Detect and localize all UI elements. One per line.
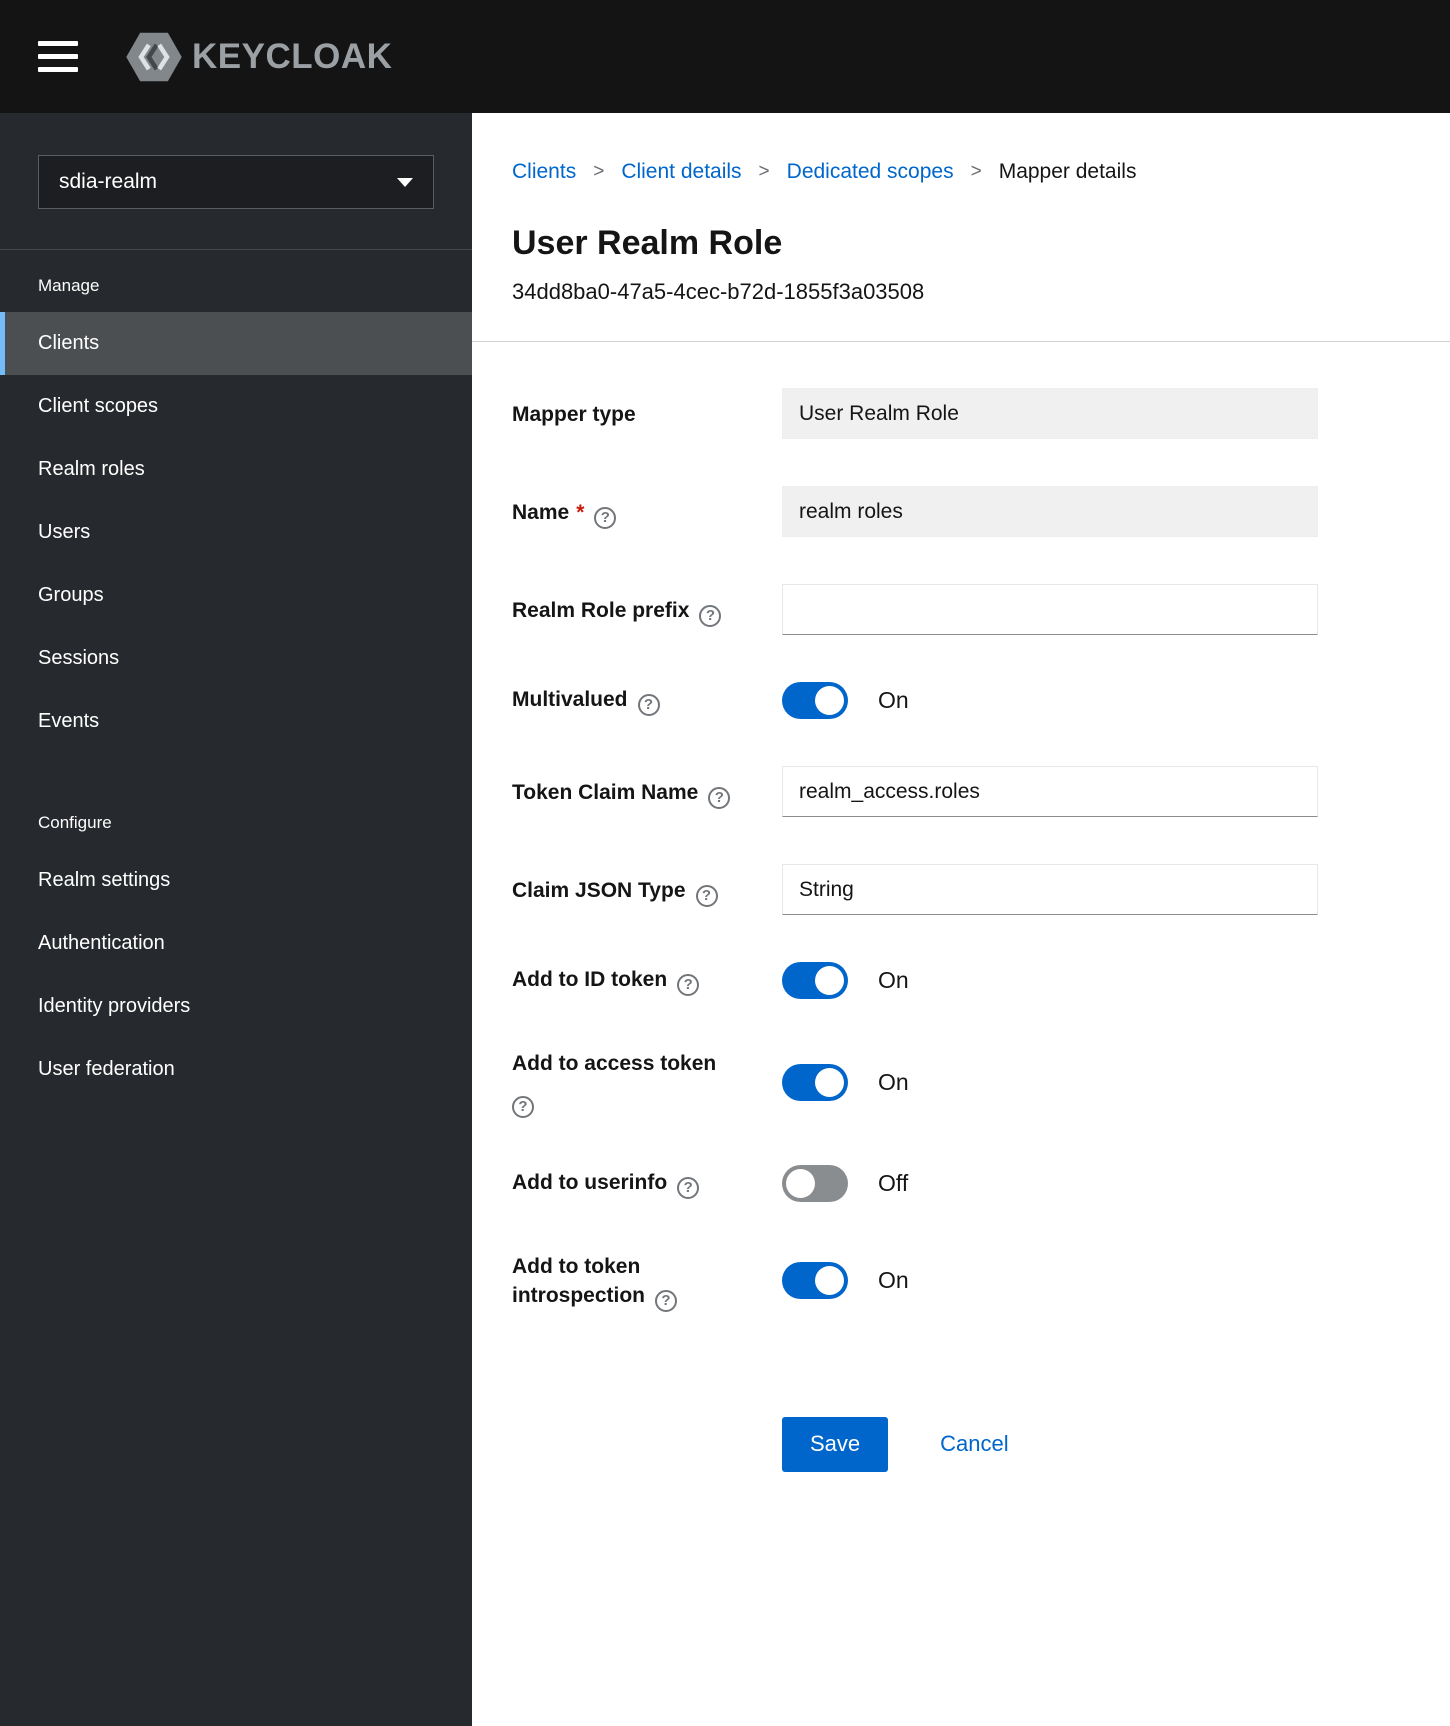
help-icon[interactable]: ? [699, 605, 722, 627]
realm-selector-block: sdia-realm [0, 113, 472, 250]
name-input[interactable] [782, 486, 1318, 537]
breadcrumb-mapper-details: Mapper details [998, 160, 1137, 183]
help-icon[interactable]: ? [677, 1177, 700, 1200]
nav-list-manage: Clients Client scopes Realm roles Users … [0, 312, 472, 753]
form-row-add-to-token-introspection: Add to token introspection? On [512, 1249, 1318, 1312]
form-row-add-to-access-token: Add to access token? On [512, 1046, 1318, 1119]
hamburger-icon [38, 41, 78, 46]
breadcrumb-dedicated-scopes[interactable]: Dedicated scopes [787, 160, 954, 184]
realm-selector-value: sdia-realm [59, 170, 158, 193]
nav-toggle-button[interactable] [38, 41, 78, 72]
sidebar-item-client-scopes[interactable]: Client scopes [0, 375, 472, 438]
add-to-access-token-toggle[interactable] [782, 1063, 848, 1101]
realm-selector[interactable]: sdia-realm [38, 155, 434, 209]
nav-list-configure: Realm settings Authentication Identity p… [0, 849, 472, 1101]
claim-json-type-label: Claim JSON Type? [512, 864, 782, 915]
add-to-access-token-state: On [878, 1068, 909, 1095]
help-icon[interactable]: ? [594, 507, 617, 529]
breadcrumb-separator-icon: > [970, 161, 982, 182]
help-icon[interactable]: ? [708, 787, 731, 809]
sidebar-item-clients[interactable]: Clients [0, 312, 472, 375]
breadcrumb-separator-icon: > [758, 161, 770, 182]
add-to-userinfo-label: Add to userinfo? [512, 1165, 782, 1202]
breadcrumb-separator-icon: > [593, 161, 605, 182]
add-to-userinfo-toggle[interactable] [782, 1165, 848, 1203]
add-to-userinfo-state: Off [878, 1170, 909, 1197]
chevron-down-icon [397, 177, 413, 187]
help-icon[interactable]: ? [512, 1096, 534, 1119]
breadcrumb-clients[interactable]: Clients [512, 160, 576, 184]
realm-role-prefix-label: Realm Role prefix? [512, 584, 782, 635]
multivalued-state: On [878, 687, 909, 713]
form-row-claim-json-type: Claim JSON Type? [512, 864, 1318, 915]
main-content: Clients > Client details > Dedicated sco… [472, 113, 1450, 1726]
add-to-id-token-label: Add to ID token? [512, 962, 782, 999]
sidebar-item-authentication[interactable]: Authentication [0, 912, 472, 975]
page-title: User Realm Role [512, 224, 783, 262]
required-indicator: * [576, 501, 585, 524]
sidebar-item-sessions[interactable]: Sessions [0, 627, 472, 690]
token-claim-name-input[interactable] [782, 766, 1318, 817]
keycloak-logo: KEYCLOAK [124, 31, 392, 83]
sidebar-item-realm-settings[interactable]: Realm settings [0, 849, 472, 912]
add-to-id-token-toggle[interactable] [782, 962, 848, 999]
sidebar-item-groups[interactable]: Groups [0, 564, 472, 627]
breadcrumb: Clients > Client details > Dedicated sco… [512, 113, 1318, 184]
help-icon[interactable]: ? [677, 974, 700, 996]
keycloak-logo-icon [126, 32, 182, 81]
help-icon[interactable]: ? [637, 694, 660, 716]
mapper-id: 34dd8ba0-47a5-4cec-b72d-1855f3a03508 [512, 279, 925, 304]
mapper-form: Mapper type Name*? [512, 388, 1318, 1472]
add-to-access-token-label: Add to access token? [512, 1046, 782, 1119]
multivalued-toggle[interactable] [782, 682, 848, 719]
form-row-mapper-type: Mapper type [512, 388, 1318, 439]
sidebar: sdia-realm Manage Clients Client scopes … [0, 113, 472, 1726]
brand-wordmark: KEYCLOAK [192, 36, 393, 76]
form-row-multivalued: Multivalued? On [512, 682, 1318, 719]
form-actions: Save Cancel [782, 1416, 1318, 1472]
help-icon[interactable]: ? [695, 885, 718, 907]
nav-section-manage: Manage [38, 276, 100, 295]
sidebar-item-realm-roles[interactable]: Realm roles [0, 438, 472, 501]
sidebar-item-user-federation[interactable]: User federation [0, 1038, 472, 1101]
cancel-link[interactable]: Cancel [940, 1431, 1008, 1457]
form-row-token-claim-name: Token Claim Name? [512, 766, 1318, 817]
breadcrumb-client-details[interactable]: Client details [621, 160, 741, 184]
sidebar-item-events[interactable]: Events [0, 690, 472, 753]
form-row-name: Name *? [512, 486, 1318, 537]
add-to-token-introspection-toggle[interactable] [782, 1262, 848, 1300]
mapper-type-label: Mapper type [512, 403, 636, 426]
claim-json-type-input[interactable] [782, 864, 1318, 915]
add-to-token-introspection-state: On [878, 1267, 909, 1294]
add-to-id-token-state: On [878, 967, 909, 993]
help-icon[interactable]: ? [655, 1289, 678, 1312]
add-to-token-introspection-label: Add to token introspection? [512, 1249, 782, 1312]
token-claim-name-label: Token Claim Name? [512, 766, 782, 817]
form-row-add-to-userinfo: Add to userinfo? Off [512, 1165, 1318, 1203]
section-divider [472, 341, 1450, 342]
save-button[interactable]: Save [782, 1416, 889, 1472]
sidebar-item-identity-providers[interactable]: Identity providers [0, 975, 472, 1038]
keycloak-admin-console: KEYCLOAK sdia-realm Manage Clients Clien… [0, 0, 1450, 1726]
mapper-type-input[interactable] [782, 388, 1318, 439]
realm-role-prefix-input[interactable] [782, 584, 1318, 635]
nav-section-configure: Configure [38, 813, 112, 832]
name-label: Name *? [512, 486, 782, 537]
sidebar-item-users[interactable]: Users [0, 501, 472, 564]
app-header: KEYCLOAK [0, 0, 1450, 113]
form-row-realm-role-prefix: Realm Role prefix? [512, 584, 1318, 635]
multivalued-label: Multivalued? [512, 682, 782, 719]
form-row-add-to-id-token: Add to ID token? On [512, 962, 1318, 999]
